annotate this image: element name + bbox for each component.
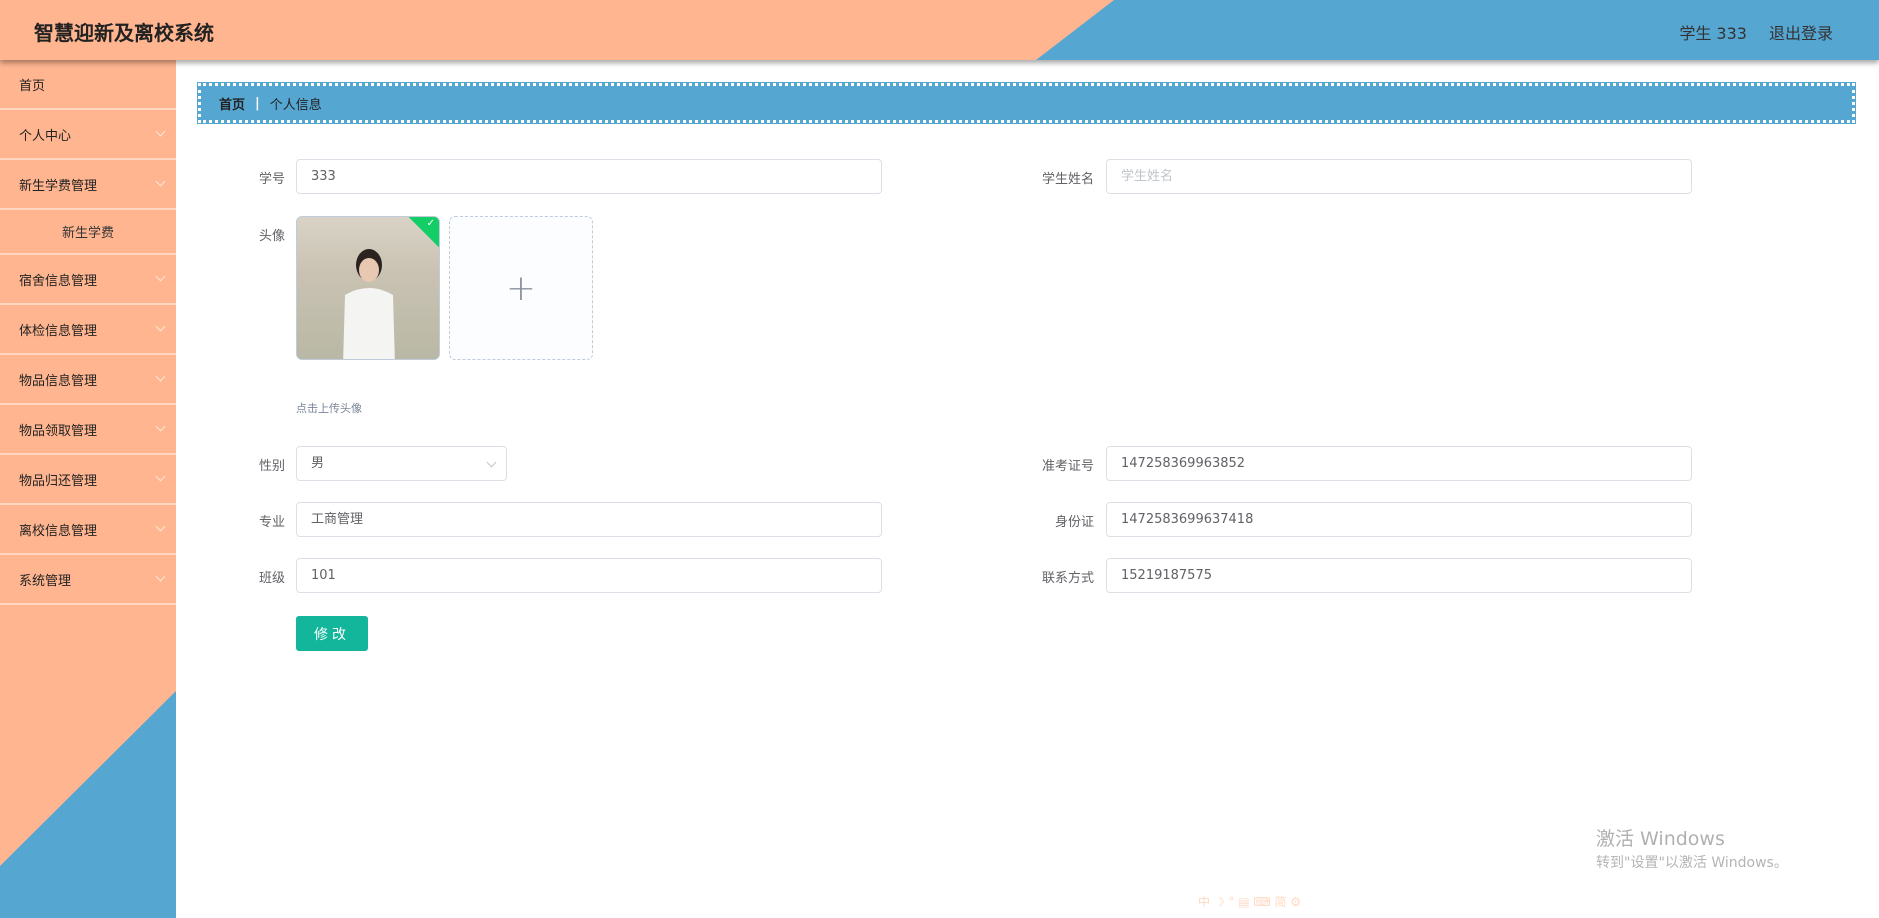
windows-activation-title: 激活 Windows	[1596, 828, 1725, 850]
logout-link[interactable]: 退出登录	[1769, 20, 1833, 44]
sidebar-item-label: 新生学费管理	[19, 178, 98, 194]
upload-success-badge	[407, 217, 439, 249]
sidebar-item-label: 新生学费	[61, 226, 114, 241]
sidebar-item[interactable]: 个人中心	[0, 110, 176, 160]
sidebar-item-label: 体检信息管理	[19, 323, 98, 339]
id-card-input[interactable]: 1472583699637418	[1106, 502, 1692, 537]
chevron-down-icon	[155, 321, 166, 332]
top-header: 智慧迎新及离校系统 学生 333 退出登录	[0, 0, 1879, 60]
avatar-label: 头像	[258, 229, 285, 244]
student-name-input[interactable]: 学生姓名	[1106, 159, 1692, 194]
breadcrumb: 首页 | 个人信息	[197, 82, 1856, 124]
sidebar-item[interactable]: 新生学费管理	[0, 160, 176, 210]
sidebar-item[interactable]: 物品归还管理	[0, 455, 176, 505]
chevron-down-icon	[155, 471, 166, 482]
sidebar-item-label: 物品归还管理	[19, 473, 98, 489]
student-no-input[interactable]: 333	[296, 159, 882, 194]
sidebar-item[interactable]: 物品领取管理	[0, 405, 176, 455]
chevron-down-icon	[155, 521, 166, 532]
sidebar-item[interactable]: 离校信息管理	[0, 505, 176, 555]
major-input[interactable]: 工商管理	[296, 502, 882, 537]
upload-avatar-button[interactable]: +	[449, 216, 593, 360]
major-label: 专业	[258, 515, 285, 530]
current-user: 学生 333	[1679, 24, 1747, 43]
chevron-down-icon	[155, 176, 166, 187]
phone-label: 联系方式	[1041, 571, 1094, 586]
sidebar-item[interactable]: 新生学费	[0, 210, 176, 255]
windows-activation-hint: 转到"设置"以激活 Windows。	[1596, 855, 1788, 871]
breadcrumb-home[interactable]: 首页	[219, 94, 245, 113]
check-icon: ✓	[426, 218, 435, 229]
ime-toolbar[interactable]: 中 ☽ ° ▤ ⌨ 简 ⚙	[1198, 893, 1301, 910]
chevron-down-icon	[155, 421, 166, 432]
upload-hint: 点击上传头像	[296, 402, 362, 415]
exam-no-input[interactable]: 147258369963852	[1106, 446, 1692, 481]
chevron-down-icon	[155, 126, 166, 137]
sidebar-item-label: 离校信息管理	[19, 523, 98, 539]
sidebar-item-label: 物品信息管理	[19, 373, 98, 389]
id-card-label: 身份证	[1054, 515, 1094, 530]
breadcrumb-current: 个人信息	[269, 97, 322, 113]
chevron-down-icon	[155, 371, 166, 382]
chevron-down-icon	[155, 271, 166, 282]
sidebar-item-label: 首页	[19, 78, 46, 94]
sidebar: 首页个人中心新生学费管理新生学费宿舍信息管理 体检信息管理 物品信息管理 物品领取管理…	[0, 60, 176, 918]
student-no-label: 学号	[258, 172, 285, 187]
exam-no-label: 准考证号	[1041, 459, 1094, 474]
sidebar-item[interactable]: 宿舍信息管理	[0, 255, 176, 305]
sidebar-item-label: 系统管理	[19, 573, 72, 589]
plus-icon: +	[505, 267, 537, 309]
chevron-down-icon	[155, 571, 166, 582]
gender-select[interactable]: 男	[296, 446, 507, 481]
header-blue-band	[1036, 0, 1879, 60]
sidebar-item[interactable]: 系统管理	[0, 555, 176, 605]
app-title: 智慧迎新及离校系统	[34, 21, 214, 45]
sidebar-item[interactable]: 物品信息管理	[0, 355, 176, 405]
class-label: 班级	[258, 571, 285, 586]
breadcrumb-separator: |	[255, 95, 260, 111]
phone-input[interactable]: 15219187575	[1106, 558, 1692, 593]
sidebar-item-label: 物品领取管理	[19, 423, 98, 439]
class-input[interactable]: 101	[296, 558, 882, 593]
submit-button[interactable]: 修改	[296, 616, 368, 651]
sidebar-item-label: 宿舍信息管理	[19, 273, 98, 289]
sidebar-menu: 首页个人中心新生学费管理新生学费宿舍信息管理 体检信息管理 物品信息管理 物品领取管理…	[0, 60, 176, 605]
person-photo	[343, 249, 395, 359]
student-name-label: 学生姓名	[1041, 172, 1094, 187]
sidebar-item[interactable]: 体检信息管理	[0, 305, 176, 355]
avatar-image[interactable]: ✓	[296, 216, 440, 360]
sidebar-item-label: 个人中心	[19, 128, 72, 144]
sidebar-item[interactable]: 首页	[0, 60, 176, 110]
gender-label: 性别	[258, 459, 285, 474]
